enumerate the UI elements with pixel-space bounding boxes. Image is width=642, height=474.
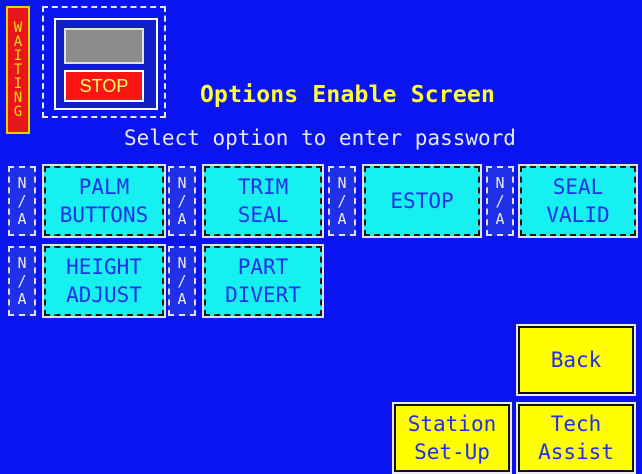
na-indicator-trim-seal: N / A	[168, 166, 196, 236]
na-indicator-part-divert: N / A	[168, 246, 196, 316]
stop-label: STOP	[79, 75, 129, 96]
option-height-adjust[interactable]: HEIGHT ADJUST	[42, 244, 166, 318]
page-subtitle: Select option to enter password	[124, 126, 516, 150]
na-indicator-estop: N / A	[328, 166, 356, 236]
status-frame: STOP	[54, 18, 158, 110]
option-estop[interactable]: ESTOP	[362, 164, 482, 238]
option-trim-seal[interactable]: TRIM SEAL	[202, 164, 324, 238]
station-setup-button[interactable]: Station Set-Up	[392, 402, 512, 474]
tech-assist-button[interactable]: Tech Assist	[516, 402, 636, 474]
na-indicator-seal-valid: N / A	[486, 166, 514, 236]
status-lamp	[64, 28, 144, 64]
status-panel: STOP	[42, 6, 166, 118]
na-indicator-palm-buttons: N / A	[8, 166, 36, 236]
option-part-divert[interactable]: PART DIVERT	[202, 244, 324, 318]
option-palm-buttons[interactable]: PALM BUTTONS	[42, 164, 166, 238]
waiting-label: WAITING	[13, 20, 23, 120]
page-title: Options Enable Screen	[200, 82, 495, 108]
na-indicator-height-adjust: N / A	[8, 246, 36, 316]
waiting-indicator: WAITING	[6, 6, 30, 134]
back-button[interactable]: Back	[516, 324, 636, 396]
option-seal-valid[interactable]: SEAL VALID	[518, 164, 638, 238]
stop-button[interactable]: STOP	[64, 70, 144, 102]
